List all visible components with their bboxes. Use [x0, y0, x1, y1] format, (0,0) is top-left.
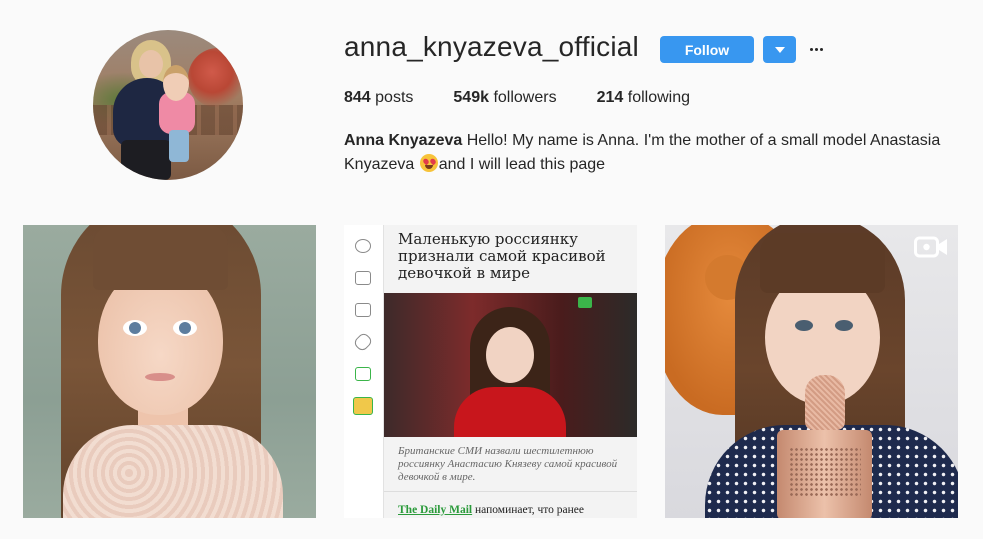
news-sidebar — [344, 225, 384, 518]
suggested-accounts-dropdown-button[interactable] — [763, 36, 796, 63]
followers-label: followers — [493, 89, 557, 106]
avatar-photo-flowers — [188, 48, 243, 108]
news-logo-icon — [578, 297, 592, 308]
news-source-text: напоминает, что ранее — [472, 504, 584, 516]
avatar-photo-woman-legs — [121, 140, 171, 180]
post-photo-microphone — [805, 375, 845, 430]
profile-bio: Anna Knyazeva Hello! My name is Anna. I'… — [344, 129, 944, 177]
avatar-photo-girl-face — [163, 65, 189, 101]
post-thumbnail-3[interactable] — [665, 225, 958, 518]
profile-username: anna_knyazeva_official — [344, 31, 639, 62]
posts-label: posts — [375, 89, 414, 106]
posts-count: 844 — [344, 89, 371, 106]
following-count: 214 — [596, 89, 624, 106]
profile-stats: 844 posts 549k followers 214 following — [344, 89, 730, 107]
caret-down-icon — [774, 46, 785, 53]
map-icon — [353, 397, 373, 415]
news-headline: Маленькую россиянку признали самой краси… — [398, 230, 606, 282]
following-label: following — [627, 89, 691, 106]
profile-full-name: Anna Knyazeva — [344, 132, 463, 149]
profile-avatar[interactable] — [93, 30, 243, 180]
avatar-photo-woman-face — [139, 50, 163, 78]
following-stat[interactable]: 214 following — [597, 89, 690, 107]
ellipsis-icon — [809, 47, 813, 51]
play-icon — [355, 271, 371, 285]
posts-stat: 844 posts — [344, 89, 413, 107]
video-camera-icon — [914, 236, 947, 258]
calendar-icon — [355, 303, 371, 317]
post-photo-lace-dress — [63, 425, 283, 518]
radio-icon — [355, 239, 371, 253]
followers-count: 549k — [453, 89, 489, 106]
heart-eyes-emoji-icon — [419, 154, 438, 172]
bio-text-end: and I will lead this page — [438, 156, 606, 173]
post-thumbnail-2[interactable]: Маленькую россиянку признали самой краси… — [344, 225, 637, 518]
more-options-button[interactable] — [806, 35, 826, 63]
news-caption: Британские СМИ назвали шестилетнюю росси… — [398, 445, 618, 483]
avatar-photo-girl-legs — [169, 130, 189, 162]
follow-button[interactable]: Follow — [660, 36, 754, 63]
document-icon — [355, 367, 371, 381]
news-photo — [384, 293, 637, 437]
tag-icon — [352, 331, 374, 353]
post-thumbnail-1[interactable] — [23, 225, 316, 518]
followers-stat[interactable]: 549k followers — [453, 89, 556, 107]
news-source-line: The Daily Mail напоминает, что ранее — [398, 504, 637, 516]
news-source-link: The Daily Mail — [398, 504, 473, 516]
